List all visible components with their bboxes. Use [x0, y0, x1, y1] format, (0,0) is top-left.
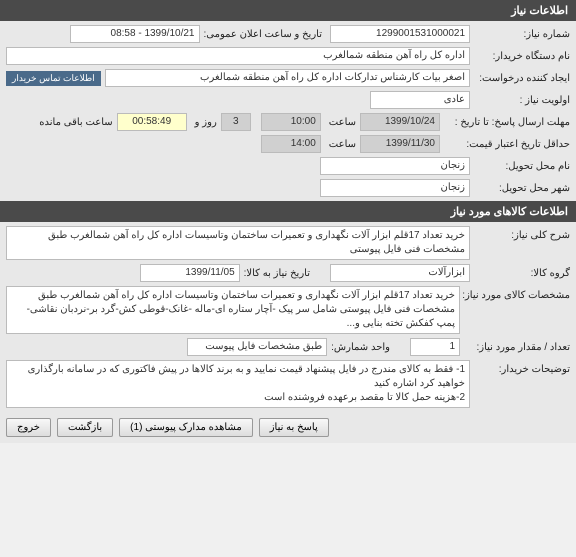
deadline-date-value: 1399/10/24: [360, 113, 440, 131]
need-date-to-label: تاریخ نیاز به کالا:: [240, 268, 310, 279]
need-date-to-value: 1399/11/05: [140, 264, 240, 282]
goods-spec-label: مشخصات کالای مورد نیاز:: [460, 286, 570, 301]
buyer-org-value: اداره کل راه آهن منطقه شمالغرب: [6, 47, 470, 65]
need-desc-label: شرح کلی نیاز:: [470, 226, 570, 241]
delivery-city-label: شهر محل تحویل:: [470, 183, 570, 194]
min-price-time-label: ساعت: [325, 139, 356, 150]
delivery-place-label: نام محل تحویل:: [470, 161, 570, 172]
qty-value: 1: [410, 338, 460, 356]
deadline-label: مهلت ارسال پاسخ: تا تاریخ :: [440, 117, 570, 128]
min-price-validity-label: حداقل تاریخ اعتبار قیمت:: [440, 139, 570, 150]
min-price-validity-date: 1399/11/30: [360, 135, 440, 153]
priority-label: اولویت نیاز :: [470, 95, 570, 106]
need-desc-value: خرید تعداد 17قلم ابزار آلات نگهداری و تع…: [6, 226, 470, 260]
qty-label: تعداد / مقدار مورد نیاز:: [460, 342, 570, 353]
buyer-notes-value: 1- فقط به کالای مندرج در فایل پیشنهاد قی…: [6, 360, 470, 408]
days-and-label: روز و: [191, 117, 217, 128]
buyer-notes-label: توضیحات خریدار:: [470, 360, 570, 375]
min-price-validity-time: 14:00: [261, 135, 321, 153]
need-info-header: اطلاعات نیاز: [0, 0, 576, 21]
goods-group-label: گروه کالا:: [470, 268, 570, 279]
goods-info-form: شرح کلی نیاز: خرید تعداد 17قلم ابزار آلا…: [0, 222, 576, 412]
action-buttons: پاسخ به نیاز مشاهده مدارک پیوستی (1) باز…: [0, 412, 576, 443]
public-announce-value: 1399/10/21 - 08:58: [70, 25, 200, 43]
need-info-form: شماره نیاز: 1299001531000021 تاریخ و ساع…: [0, 21, 576, 201]
remaining-label: ساعت باقی مانده: [35, 117, 112, 128]
remaining-time-value: 00:58:49: [117, 113, 187, 131]
goods-spec-value: خرید تعداد 17قلم ابزار آلات نگهداری و تع…: [6, 286, 460, 334]
view-attachments-button[interactable]: مشاهده مدارک پیوستی (1): [119, 418, 253, 437]
public-announce-label: تاریخ و ساعت اعلان عمومی:: [200, 29, 323, 40]
deadline-time-value: 10:00: [261, 113, 321, 131]
goods-group-value: ابزارآلات: [330, 264, 470, 282]
delivery-city-value: زنجان: [320, 179, 470, 197]
exit-button[interactable]: خروج: [6, 418, 51, 437]
reply-button[interactable]: پاسخ به نیاز: [259, 418, 329, 437]
priority-value: عادی: [370, 91, 470, 109]
deadline-time-label: ساعت: [325, 117, 356, 128]
request-creator-label: ایجاد کننده درخواست:: [470, 73, 570, 84]
contact-info-button[interactable]: اطلاعات تماس خریدار: [6, 71, 101, 86]
count-unit-label: واحد شمارش:: [327, 342, 390, 353]
need-number-value: 1299001531000021: [330, 25, 470, 43]
back-button[interactable]: بازگشت: [57, 418, 113, 437]
request-creator-value: اصغر بیات کارشناس تدارکات اداره کل راه آ…: [105, 69, 470, 87]
buyer-org-label: نام دستگاه خریدار:: [470, 51, 570, 62]
count-unit-value: طبق مشخصات فایل پیوست: [187, 338, 327, 356]
remaining-days-value: 3: [221, 113, 251, 131]
need-number-label: شماره نیاز:: [470, 29, 570, 40]
goods-info-header: اطلاعات کالاهای مورد نیاز: [0, 201, 576, 222]
delivery-place-value: زنجان: [320, 157, 470, 175]
